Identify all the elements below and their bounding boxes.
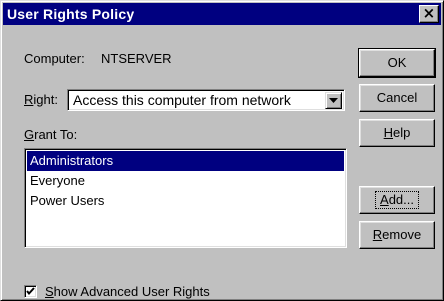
list-item-power-users[interactable]: Power Users [27,191,344,211]
list-item-everyone[interactable]: Everyone [27,171,344,191]
dialog-title: User Rights Policy [7,6,135,22]
cancel-button-label: Cancel [376,90,418,105]
right-dropdown-value: Access this computer from network [73,92,291,108]
show-advanced-label-text: how Advanced User Rights [53,284,210,299]
remove-button-access-key: R [372,227,383,242]
remove-button-label: emove [382,227,422,242]
add-button[interactable]: Add... [359,186,435,214]
dropdown-arrow-button[interactable] [325,92,342,109]
list-item-administrators[interactable]: Administrators [27,151,344,171]
ok-button-label: OK [387,55,407,70]
add-button-label: dd... [388,192,414,207]
cancel-button[interactable]: Cancel [359,84,435,112]
show-advanced-checkbox[interactable] [24,285,37,298]
title-bar[interactable]: User Rights Policy × [3,3,441,25]
right-label-text: ight: [33,92,58,107]
right-label: Right: [24,92,58,107]
add-button-focus: Add... [375,191,419,209]
show-advanced-label[interactable]: Show Advanced User Rights [45,284,210,299]
help-button-access-key: H [383,125,394,140]
remove-button[interactable]: Remove [359,221,435,249]
grant-to-access-key: G [24,127,35,142]
grant-to-label: Grant To: [24,127,77,142]
grant-to-listbox[interactable]: Administrators Everyone Power Users [24,148,347,248]
close-icon: × [422,4,436,22]
grant-to-label-text: rant To: [34,127,78,142]
right-dropdown[interactable]: Access this computer from network [67,89,345,111]
user-rights-policy-dialog: User Rights Policy × Computer: NTSERVER … [0,0,444,301]
show-advanced-access-key: S [45,284,54,299]
add-button-access-key: A [380,192,389,207]
help-button[interactable]: Help [359,119,435,147]
help-button-label: elp [393,125,411,140]
chevron-down-icon [329,98,338,103]
computer-label: Computer: [24,51,85,66]
checkmark-icon [26,287,35,296]
computer-value: NTSERVER [101,51,172,66]
close-button[interactable]: × [419,5,439,23]
ok-button[interactable]: OK [358,48,436,78]
right-label-access-key: R [24,92,34,107]
